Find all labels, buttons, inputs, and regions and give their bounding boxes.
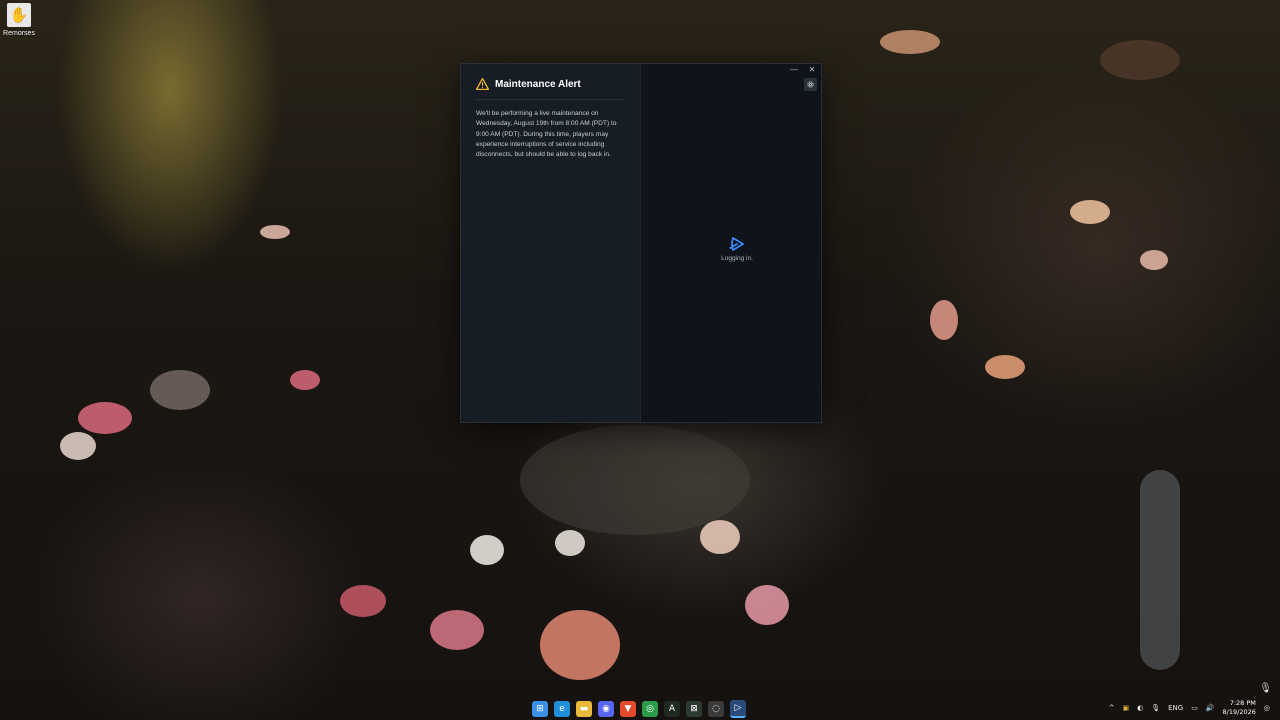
launcher-window: Maintenance Alert We'll be performing a … [460,63,822,423]
clock-time: 7:28 PM [1229,699,1256,707]
alert-message: We'll be performing a live maintenance o… [476,110,617,159]
desktop-shortcut-remorses[interactable]: ✋ Remorses [2,3,36,37]
start-button-icon[interactable]: ⊞ [532,701,548,717]
brave-app-icon[interactable]: ▼ [620,701,636,717]
chevron-up-icon[interactable]: ^ [1109,704,1115,712]
clock[interactable]: 7:28 PM 8/19/2026 [1223,699,1256,717]
wifi-icon[interactable]: ▭ [1191,704,1198,712]
volume-icon[interactable]: 🔊 [1206,704,1215,712]
close-button[interactable]: ✕ [807,65,817,74]
gear-icon [807,81,814,88]
launcher-app-icon[interactable]: ▷ [730,700,746,718]
system-tray: ^ ▣ ◐ 🎙 ENG ▭ 🔊 7:28 PM 8/19/2026 ◎ [1109,699,1270,717]
alert-title: Maintenance Alert [495,78,581,90]
taskbar-apps: ⊞ e ▬ ◉ ▼ ◎ A ⊠ ◌ ▷ [532,700,746,718]
minimize-button[interactable]: — [789,65,799,74]
xbox-app-icon[interactable]: ⊠ [686,701,702,717]
warning-icon [476,78,489,90]
steam-tray-icon[interactable]: ◐ [1137,704,1143,712]
file-explorer-app-icon[interactable]: ▬ [576,701,592,717]
network-tray-icon[interactable]: ▣ [1122,704,1129,712]
text-app-icon[interactable]: A [664,701,680,717]
chrome-app-icon[interactable]: ◎ [642,701,658,717]
login-status: Logging in. [707,236,767,262]
discord-app-icon[interactable]: ◉ [598,701,614,717]
ring-app-icon[interactable]: ◌ [708,701,724,717]
notification-icon[interactable]: ◎ [1264,704,1270,712]
mic-tray-icon[interactable]: 🎙 [1151,704,1160,712]
microphone-icon[interactable]: 🎙 [1259,683,1272,694]
edge-app-icon[interactable]: e [554,701,570,717]
game-shortcut-icon: ✋ [7,3,31,27]
window-controls: — ✕ [789,65,817,74]
alert-header: Maintenance Alert [476,78,625,100]
launcher-logo-icon [729,237,744,251]
maintenance-panel: Maintenance Alert We'll be performing a … [461,64,641,422]
desktop-shortcut-label: Remorses [3,30,35,37]
taskbar: ⊞ e ▬ ◉ ▼ ◎ A ⊠ ◌ ▷ ^ ▣ ◐ 🎙 ENG ▭ 🔊 7:28 PM 8/19/… [0,696,1280,720]
clock-date: 8/19/2026 [1222,708,1256,716]
settings-button[interactable] [804,78,817,91]
language-indicator[interactable]: ENG [1168,704,1183,712]
login-status-text: Logging in. [721,255,753,262]
